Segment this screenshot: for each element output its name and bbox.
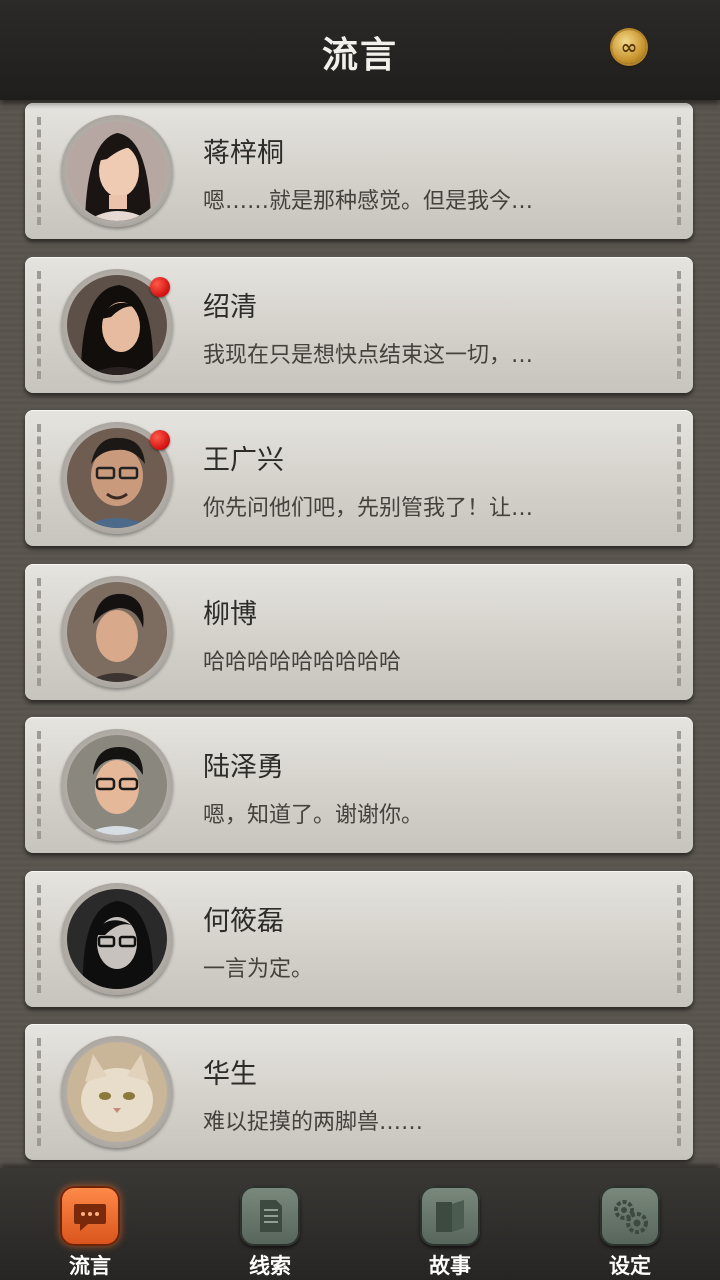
- stitch-decoration: [37, 424, 41, 532]
- infinity-coin-icon[interactable]: ∞: [612, 30, 646, 64]
- stitch-decoration: [677, 885, 681, 993]
- stitch-decoration: [37, 117, 41, 225]
- contact-card[interactable]: 柳博 哈哈哈哈哈哈哈哈哈: [25, 564, 693, 700]
- contact-name: 何筱磊: [203, 906, 284, 937]
- contact-message-preview: 一言为定。: [203, 957, 314, 982]
- avatar-frame: [61, 729, 173, 841]
- tab-settings[interactable]: 设定: [570, 1184, 690, 1280]
- contact-card[interactable]: 何筱磊 一言为定。: [25, 871, 693, 1007]
- contact-message-preview: 你先问他们吧，先别管我了！让…: [203, 496, 534, 521]
- avatar: [67, 582, 167, 682]
- contact-name: 王广兴: [203, 445, 284, 476]
- tab-label: 流言: [69, 1253, 111, 1278]
- contact-message-preview: 难以捉摸的两脚兽……: [203, 1110, 424, 1135]
- tab-label: 线索: [249, 1253, 291, 1278]
- gears-icon: [600, 1186, 660, 1246]
- unread-dot-icon: [150, 430, 170, 450]
- contact-name: 陆泽勇: [203, 752, 284, 783]
- stitch-decoration: [677, 578, 681, 686]
- stitch-decoration: [37, 1038, 41, 1146]
- contact-name: 蒋梓桐: [203, 138, 284, 169]
- contact-message-preview: 嗯……就是那种感觉。但是我今…: [203, 189, 534, 214]
- contact-message-preview: 嗯，知道了。谢谢你。: [203, 803, 424, 828]
- contact-name: 柳博: [203, 599, 257, 630]
- chat-bubble-icon: [60, 1186, 120, 1246]
- document-icon: [240, 1186, 300, 1246]
- contact-card[interactable]: 陆泽勇 嗯，知道了。谢谢你。: [25, 717, 693, 853]
- avatar: [67, 1042, 167, 1142]
- stitch-decoration: [677, 424, 681, 532]
- stitch-decoration: [37, 578, 41, 686]
- avatar: [67, 735, 167, 835]
- contact-list: 蒋梓桐 嗯……就是那种感觉。但是我今… 绍清 我现在只是想快点结束这一切，… 王…: [0, 100, 720, 1168]
- tab-label: 故事: [429, 1253, 471, 1278]
- stitch-decoration: [677, 1038, 681, 1146]
- tab-clues[interactable]: 线索: [210, 1184, 330, 1280]
- contact-name: 华生: [203, 1059, 257, 1090]
- stitch-decoration: [677, 117, 681, 225]
- stitch-decoration: [37, 885, 41, 993]
- tab-rumors[interactable]: 流言: [30, 1184, 150, 1280]
- stitch-decoration: [37, 731, 41, 839]
- avatar: [67, 889, 167, 989]
- avatar: [67, 121, 167, 221]
- bottom-tab-bar: 流言 线索 故事 设定: [0, 1168, 720, 1280]
- contact-message-preview: 我现在只是想快点结束这一切，…: [203, 343, 534, 368]
- stitch-decoration: [37, 271, 41, 379]
- unread-dot-icon: [150, 277, 170, 297]
- book-icon: [420, 1186, 480, 1246]
- contact-name: 绍清: [203, 292, 257, 323]
- contact-card[interactable]: 绍清 我现在只是想快点结束这一切，…: [25, 257, 693, 393]
- app-header: 流言 ∞: [0, 0, 720, 100]
- contact-card[interactable]: 华生 难以捉摸的两脚兽……: [25, 1024, 693, 1160]
- avatar-frame: [61, 115, 173, 227]
- avatar-frame: [61, 883, 173, 995]
- tab-story[interactable]: 故事: [390, 1184, 510, 1280]
- avatar-frame: [61, 576, 173, 688]
- contact-message-preview: 哈哈哈哈哈哈哈哈哈: [203, 650, 402, 675]
- contact-card[interactable]: 王广兴 你先问他们吧，先别管我了！让…: [25, 410, 693, 546]
- tab-label: 设定: [609, 1253, 651, 1278]
- avatar-frame: [61, 1036, 173, 1148]
- stitch-decoration: [677, 271, 681, 379]
- contact-card[interactable]: 蒋梓桐 嗯……就是那种感觉。但是我今…: [25, 103, 693, 239]
- stitch-decoration: [677, 731, 681, 839]
